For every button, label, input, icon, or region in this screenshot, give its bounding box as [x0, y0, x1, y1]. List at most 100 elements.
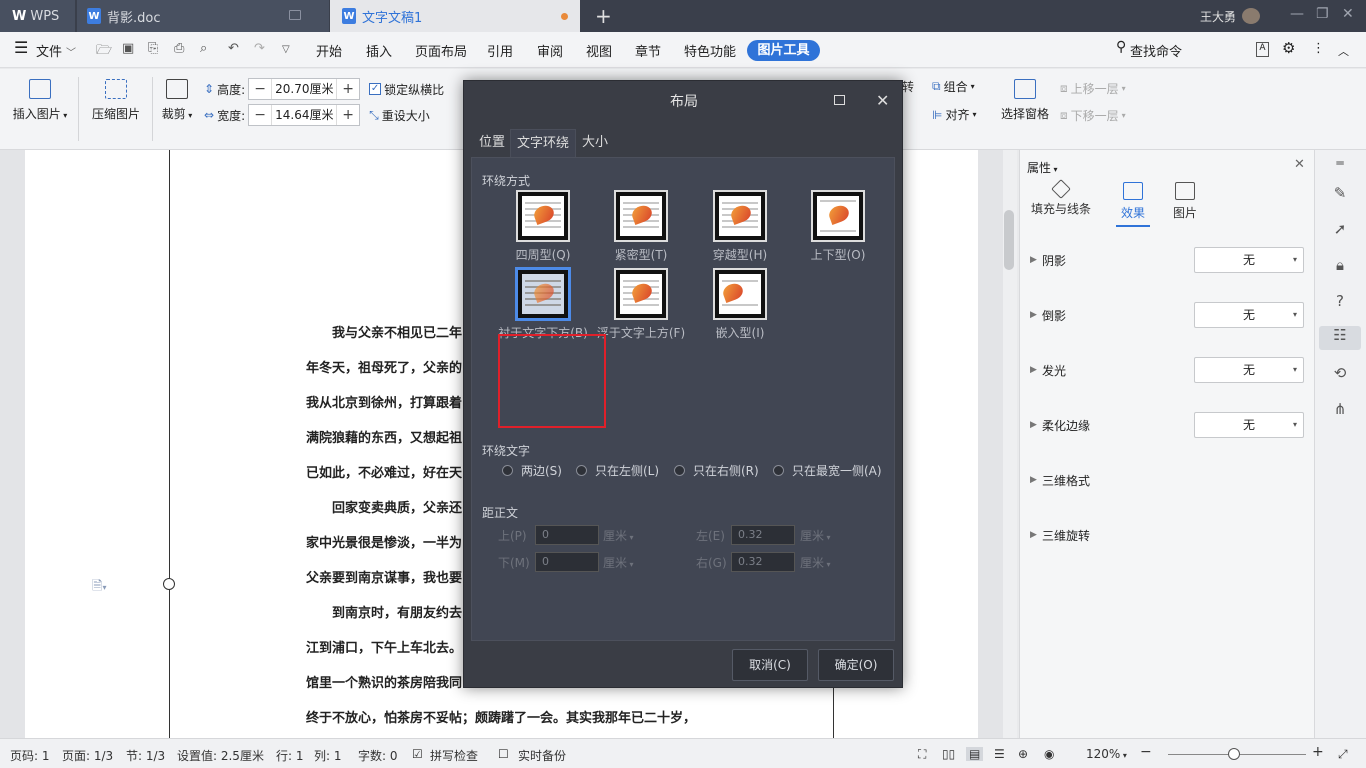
- menu-chapter[interactable]: 章节: [635, 41, 661, 60]
- tab-position[interactable]: 位置: [473, 129, 511, 157]
- search-icon[interactable]: ⚲: [1116, 39, 1126, 55]
- tab-document-wenzi[interactable]: W 文字文稿1: [330, 0, 580, 32]
- reading-view-icon[interactable]: ▯▯: [942, 747, 955, 761]
- dialog-close-icon[interactable]: ✕: [876, 91, 889, 110]
- export-icon[interactable]: ⎘: [148, 41, 158, 56]
- panel-tab-fill-line[interactable]: 填充与线条: [1030, 179, 1092, 217]
- more-icon[interactable]: ⋮: [1312, 41, 1325, 56]
- status-page[interactable]: 页面: 1/3: [62, 747, 113, 764]
- panel-tab-picture[interactable]: 图片: [1168, 182, 1202, 221]
- avatar[interactable]: [1242, 8, 1260, 24]
- outline-view-icon[interactable]: ☰: [994, 747, 1005, 761]
- gear-icon[interactable]: ⚙: [1282, 39, 1295, 57]
- height-decrease-button[interactable]: −: [249, 81, 271, 97]
- open-icon[interactable]: 🗁: [96, 41, 112, 63]
- effect-3d-rotation-row[interactable]: ▶ 三维旋转: [1030, 522, 1300, 548]
- scrollbar-thumb[interactable]: [1004, 210, 1014, 270]
- text-line[interactable]: 年冬天，祖母死了，父亲的: [306, 357, 462, 376]
- status-col[interactable]: 列: 1: [314, 747, 342, 764]
- status-setting[interactable]: 设置值: 2.5厘米: [177, 747, 264, 764]
- cancel-button[interactable]: 取消(C): [732, 649, 808, 681]
- web-view-icon[interactable]: ⊕: [1018, 747, 1028, 761]
- text-line[interactable]: 家中光景很是惨淡，一半为: [306, 532, 462, 551]
- select-pane-button[interactable]: 选择窗格: [998, 79, 1052, 122]
- user-name[interactable]: 王大勇: [1200, 8, 1236, 25]
- text-line[interactable]: 满院狼藉的东西，又想起祖: [306, 427, 462, 446]
- resize-handle[interactable]: [163, 578, 175, 590]
- text-line[interactable]: 江到浦口，下午上车北去。: [306, 637, 462, 656]
- reset-size-button[interactable]: 重设大小: [382, 107, 430, 124]
- shadow-select[interactable]: 无 ▾: [1194, 247, 1304, 273]
- insert-picture-button[interactable]: 插入图片 ▾: [10, 79, 70, 122]
- reflection-select[interactable]: 无 ▾: [1194, 302, 1304, 328]
- close-window-icon[interactable]: ✕: [1342, 6, 1354, 22]
- status-words[interactable]: 字数: 0: [358, 747, 398, 764]
- compress-picture-button[interactable]: 压缩图片: [88, 79, 144, 122]
- chevron-down-icon[interactable]: ﹀: [66, 44, 76, 59]
- distance-top-input[interactable]: 0: [535, 525, 599, 545]
- zoom-level[interactable]: 120% ▾: [1086, 747, 1127, 761]
- pen-icon[interactable]: ✎: [1329, 184, 1351, 204]
- width-value[interactable]: 14.64厘米: [271, 105, 338, 125]
- menu-insert[interactable]: 插入: [366, 41, 392, 60]
- undo-icon[interactable]: ↶: [228, 41, 239, 56]
- menu-file[interactable]: 文件: [36, 41, 62, 60]
- ok-button[interactable]: 确定(O): [818, 649, 894, 681]
- properties-toggle-icon[interactable]: ☷: [1319, 326, 1361, 350]
- status-section[interactable]: 节: 1/3: [126, 747, 165, 764]
- spell-check-button[interactable]: 拼写检查: [430, 747, 478, 764]
- fit-window-icon[interactable]: ⤢: [1338, 747, 1348, 762]
- maximize-icon[interactable]: [834, 95, 845, 105]
- zoom-slider-thumb[interactable]: [1228, 748, 1240, 760]
- wrap-in-front-option[interactable]: 浮于文字上方(F): [586, 268, 696, 341]
- menu-view[interactable]: 视图: [586, 41, 612, 60]
- menu-review[interactable]: 审阅: [537, 41, 563, 60]
- tab-document-beiying[interactable]: W 背影.doc: [77, 0, 329, 32]
- collapse-ribbon-icon[interactable]: ︿: [1338, 43, 1349, 59]
- backup-button[interactable]: 实时备份: [518, 747, 566, 764]
- wrap-tight-option[interactable]: 紧密型(T): [586, 190, 696, 263]
- status-row[interactable]: 行: 1: [276, 747, 304, 764]
- save-icon[interactable]: ▣: [122, 41, 134, 56]
- page-view-icon[interactable]: ▤: [966, 747, 984, 761]
- text-line[interactable]: 馆里一个熟识的茶房陪我同: [306, 672, 462, 691]
- new-tab-button[interactable]: +: [595, 4, 612, 28]
- effect-shadow-row[interactable]: ▶ 阴影 无 ▾: [1030, 247, 1304, 273]
- panel-title[interactable]: 属性 ▾: [1027, 159, 1058, 176]
- crop-button[interactable]: 裁剪 ▾: [158, 79, 196, 122]
- wrap-largest-side-radio[interactable]: 只在最宽一侧(A): [773, 462, 882, 479]
- soft-edge-select[interactable]: 无 ▾: [1194, 412, 1304, 438]
- align-button[interactable]: 对齐: [945, 106, 969, 123]
- print-icon[interactable]: ⎙: [174, 41, 184, 56]
- distance-left-unit[interactable]: 厘米 ▾: [800, 527, 831, 544]
- effect-soft-edge-row[interactable]: ▶ 柔化边缘 无 ▾: [1030, 412, 1304, 438]
- menu-reference[interactable]: 引用: [487, 41, 513, 60]
- menu-picture-tools[interactable]: 图片工具: [747, 40, 820, 61]
- wrap-behind-text-option[interactable]: 衬于文字下方(B): [488, 268, 598, 341]
- minimize-icon[interactable]: —: [1290, 6, 1304, 22]
- text-line[interactable]: 回家变卖典质，父亲还: [332, 497, 462, 516]
- help-icon[interactable]: ?: [1329, 292, 1351, 312]
- wrap-square-option[interactable]: 四周型(Q): [488, 190, 598, 263]
- distance-top-unit[interactable]: 厘米 ▾: [603, 527, 634, 544]
- text-line[interactable]: 已如此，不必难过，好在天: [306, 462, 462, 481]
- height-value[interactable]: 20.70厘米: [271, 79, 338, 99]
- history-icon[interactable]: ⟲: [1329, 364, 1351, 384]
- group-button[interactable]: 组合: [944, 78, 968, 95]
- lock-icon[interactable]: 🔒︎: [1329, 256, 1351, 276]
- wrap-top-bottom-option[interactable]: 上下型(O): [783, 190, 893, 263]
- text-box-icon[interactable]: A: [1256, 42, 1269, 57]
- drag-handle-icon[interactable]: ═: [1329, 156, 1351, 176]
- menu-special[interactable]: 特色功能: [684, 41, 736, 60]
- more-arrow-icon[interactable]: ▽: [282, 44, 290, 55]
- fullscreen-icon[interactable]: ⛶: [918, 747, 926, 762]
- width-decrease-button[interactable]: −: [249, 107, 271, 123]
- preview-icon[interactable]: ⌕: [200, 41, 207, 56]
- menu-start[interactable]: 开始: [316, 41, 342, 60]
- text-line[interactable]: 我从北京到徐州，打算跟着: [306, 392, 462, 411]
- height-field[interactable]: − 20.70厘米 +: [248, 78, 361, 100]
- effect-reflection-row[interactable]: ▶ 倒影 无 ▾: [1030, 302, 1304, 328]
- share-icon[interactable]: ⋔: [1329, 400, 1351, 420]
- text-line[interactable]: 终于不放心，怕茶房不妥帖；颇踌躇了一会。其实我那年已二十岁，: [306, 707, 696, 726]
- status-page-code[interactable]: 页码: 1: [10, 747, 50, 764]
